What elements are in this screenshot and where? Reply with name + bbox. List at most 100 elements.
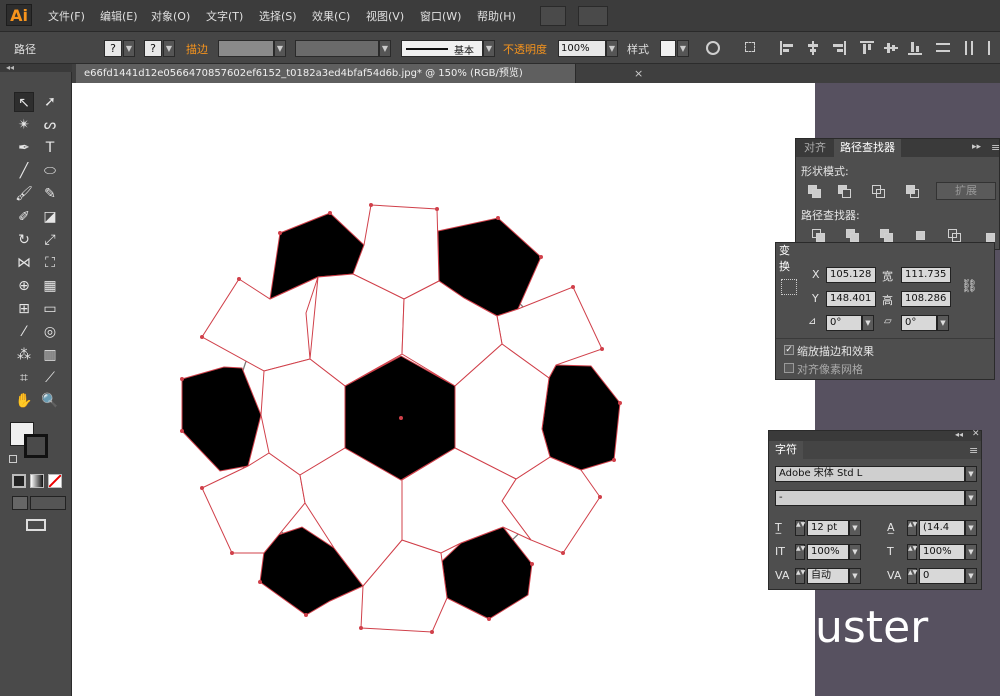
panel-menu-icon[interactable]: ≡ — [991, 141, 1000, 154]
align-left-icon[interactable] — [780, 41, 794, 55]
menu-object[interactable]: 对象(O) — [151, 8, 190, 24]
rotate-dropdown[interactable]: ▼ — [862, 315, 874, 331]
shear-dropdown[interactable]: ▼ — [937, 315, 949, 331]
unite-button[interactable] — [806, 183, 824, 199]
menu-view[interactable]: 视图(V) — [366, 8, 404, 24]
gradient-tool-icon[interactable]: ▭ — [40, 299, 60, 319]
symbol-sprayer-tool-icon[interactable]: ⁂ — [14, 345, 34, 365]
horizontal-scale-stepper[interactable]: ▲▼ — [907, 544, 917, 560]
stroke-weight-dropdown[interactable]: ▼ — [274, 40, 286, 57]
opacity-dropdown[interactable]: ▼ — [606, 40, 618, 57]
align-vertical-center-icon[interactable] — [884, 41, 898, 55]
shear-field[interactable]: 0° — [901, 315, 937, 331]
slice-tool-icon[interactable]: ⟋ — [40, 368, 60, 388]
horizontal-scale-field[interactable]: 100% — [919, 544, 965, 560]
toolbox-grip[interactable]: ◂◂ — [0, 64, 72, 72]
font-size-stepper[interactable]: ▲▼ — [795, 520, 805, 536]
shape-builder-tool-icon[interactable]: ⊕ — [14, 276, 34, 296]
variable-width-field[interactable] — [295, 40, 379, 57]
free-transform-tool-icon[interactable]: ⛶ — [40, 253, 60, 273]
menu-effect[interactable]: 效果(C) — [312, 8, 350, 24]
fill-dropdown[interactable]: ▼ — [123, 40, 135, 57]
vertical-scale-dropdown[interactable]: ▼ — [849, 544, 861, 560]
font-family-dropdown[interactable]: ▼ — [965, 466, 977, 482]
document-tab[interactable]: e66fd1441d12e0566470857602ef6152_t0182a3… — [76, 64, 576, 83]
direct-selection-tool-icon[interactable]: ➚ — [40, 92, 60, 112]
variable-width-dropdown[interactable]: ▼ — [379, 40, 391, 57]
x-field[interactable]: 105.128 — [826, 267, 876, 283]
draw-mode-icon[interactable] — [12, 496, 28, 510]
align-horizontal-center-icon[interactable] — [806, 41, 820, 55]
align-top-icon[interactable] — [860, 41, 874, 55]
column-graph-tool-icon[interactable]: ▥ — [40, 345, 60, 365]
menu-file[interactable]: 文件(F) — [48, 8, 85, 24]
stroke-weight-label[interactable]: 描边 — [186, 41, 208, 57]
tab-character[interactable]: 字符 — [769, 441, 803, 459]
hand-tool-icon[interactable]: ✋ — [14, 391, 34, 411]
close-tab-icon[interactable]: × — [634, 67, 643, 80]
brush-definition-field[interactable]: 基本 — [401, 40, 483, 57]
type-tool-icon[interactable]: T — [40, 138, 60, 158]
draw-behind-icon[interactable] — [30, 496, 66, 510]
font-style-field[interactable]: - — [775, 490, 965, 506]
pencil-tool-icon[interactable]: ✎ — [40, 184, 60, 204]
font-size-field[interactable]: 12 pt — [807, 520, 849, 536]
panel-collapse-icon[interactable]: ▸▸ — [972, 142, 981, 152]
menu-window[interactable]: 窗口(W) — [420, 8, 461, 24]
recolor-artwork-icon[interactable] — [706, 41, 720, 55]
menu-help[interactable]: 帮助(H) — [477, 8, 516, 24]
panel-menu-icon[interactable]: ≡ — [969, 444, 978, 457]
horizontal-scale-dropdown[interactable]: ▼ — [965, 544, 977, 560]
artboard-canvas[interactable] — [72, 83, 815, 696]
align-pixel-grid-checkbox[interactable] — [784, 363, 794, 373]
stroke-swatch-dropdown[interactable]: ▼ — [163, 40, 175, 57]
leading-field[interactable]: (14.4 — [919, 520, 965, 536]
panel-collapse-icon[interactable]: ◂◂ — [955, 430, 963, 439]
minus-front-button[interactable] — [836, 183, 854, 199]
screen-mode-icon[interactable] — [26, 519, 46, 531]
soccer-ball-artwork[interactable] — [72, 83, 815, 696]
default-colors-icon[interactable] — [9, 455, 17, 463]
menu-select[interactable]: 选择(S) — [259, 8, 297, 24]
panel-close-icon[interactable]: ✕ — [972, 429, 980, 439]
align-right-icon[interactable] — [832, 41, 846, 55]
kerning-stepper[interactable]: ▲▼ — [795, 568, 805, 584]
arrange-documents-button[interactable] — [578, 6, 608, 26]
color-mode-icon[interactable] — [12, 474, 26, 488]
tracking-stepper[interactable]: ▲▼ — [907, 568, 917, 584]
align-to-selection-icon[interactable] — [744, 41, 758, 55]
line-tool-icon[interactable]: ╱ — [14, 161, 34, 181]
none-mode-icon[interactable] — [48, 474, 62, 488]
height-field[interactable]: 108.286 — [901, 291, 951, 307]
graphic-style-dropdown[interactable]: ▼ — [677, 40, 689, 57]
fill-swatch[interactable]: ? — [104, 40, 122, 57]
font-style-dropdown[interactable]: ▼ — [965, 490, 977, 506]
mesh-tool-icon[interactable]: ⊞ — [14, 299, 34, 319]
tracking-dropdown[interactable]: ▼ — [965, 568, 977, 584]
ellipse-tool-icon[interactable]: ⬭ — [40, 161, 60, 181]
eraser-tool-icon[interactable]: ◪ — [40, 207, 60, 227]
opacity-field[interactable]: 100% — [558, 40, 606, 57]
constrain-proportions-icon[interactable]: ⛓ — [961, 279, 978, 294]
opacity-label[interactable]: 不透明度 — [503, 41, 547, 57]
gradient-mode-icon[interactable] — [30, 474, 44, 488]
reference-point-icon[interactable] — [781, 279, 797, 295]
kerning-dropdown[interactable]: ▼ — [849, 568, 861, 584]
tab-align[interactable]: 对齐 — [798, 139, 832, 157]
leading-dropdown[interactable]: ▼ — [965, 520, 977, 536]
font-family-field[interactable]: Adobe 宋体 Std L — [775, 466, 965, 482]
blend-tool-icon[interactable]: ◎ — [40, 322, 60, 342]
tab-transform[interactable]: 变换 — [776, 243, 796, 273]
stroke-swatch[interactable]: ? — [144, 40, 162, 57]
exclude-button[interactable] — [904, 183, 922, 199]
perspective-grid-tool-icon[interactable]: ▦ — [40, 276, 60, 296]
artboard-tool-icon[interactable]: ⌗ — [14, 368, 34, 388]
lasso-tool-icon[interactable]: ᔕ — [40, 115, 60, 135]
width-tool-icon[interactable]: ⋈ — [14, 253, 34, 273]
tab-pathfinder[interactable]: 路径查找器 — [834, 139, 901, 157]
eyedropper-tool-icon[interactable]: ⁄ — [14, 322, 34, 342]
align-bottom-icon[interactable] — [908, 41, 922, 55]
menu-type[interactable]: 文字(T) — [206, 8, 243, 24]
width-field[interactable]: 111.735 — [901, 267, 951, 283]
rotate-tool-icon[interactable]: ↻ — [14, 230, 34, 250]
